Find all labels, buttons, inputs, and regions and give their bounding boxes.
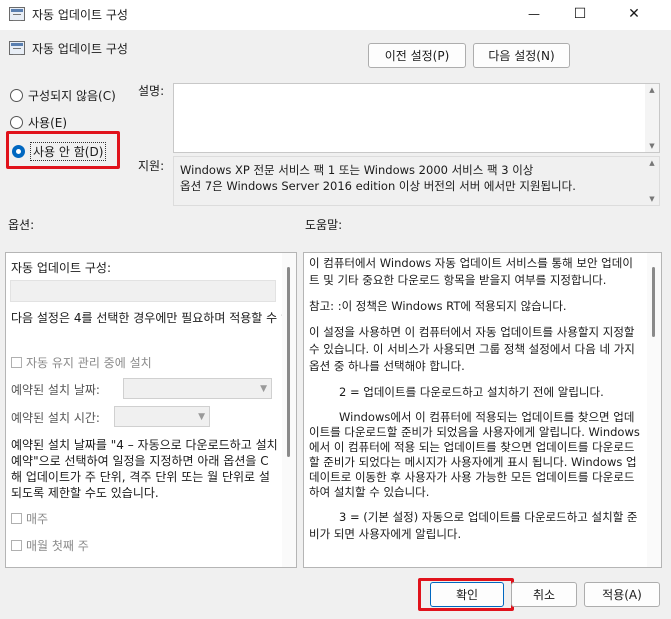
close-icon: ✕ xyxy=(628,6,640,22)
maintenance-install-checkbox-box xyxy=(11,357,22,368)
maximize-button[interactable]: ☐ xyxy=(560,0,600,28)
policy-settings-icon xyxy=(9,7,25,21)
help-text: 이 컴퓨터에서 Windows 자동 업데이트 서비스를 통해 보안 업데이트 … xyxy=(309,255,643,552)
maintenance-install-checkbox[interactable]: 자동 유지 관리 중에 설치 xyxy=(11,354,152,371)
help-paragraph: 3 = (기본 설정) 자동으로 업데이트를 다운로드하고 설치할 준비가 되면… xyxy=(309,510,638,541)
radio-enabled-indicator xyxy=(10,116,23,129)
radio-not-configured[interactable]: 구성되지 않음(C) xyxy=(10,87,116,104)
ok-button[interactable]: 확인 xyxy=(430,582,504,607)
options-scroll-thumb[interactable] xyxy=(287,267,290,457)
options-section-label: 옵션: xyxy=(8,218,35,232)
first-week-checkbox-box xyxy=(11,540,22,551)
supported-text: Windows XP 전문 서비스 팩 1 또는 Windows 2000 서비… xyxy=(180,163,576,193)
previous-setting-button[interactable]: 이전 설정(P) xyxy=(368,43,466,68)
weekly-label: 매주 xyxy=(26,512,49,526)
setting-title: 자동 업데이트 구성 xyxy=(32,42,128,56)
help-section-label: 도움말: xyxy=(305,218,343,232)
radio-not-configured-label: 구성되지 않음(C) xyxy=(28,89,116,103)
cancel-button[interactable]: 취소 xyxy=(511,582,577,607)
help-scroll-thumb[interactable] xyxy=(652,267,655,337)
radio-enabled-label: 사용(E) xyxy=(28,116,68,130)
chevron-down-icon: ▼ xyxy=(260,383,267,394)
radio-enabled[interactable]: 사용(E) xyxy=(10,114,67,131)
supported-box: Windows XP 전문 서비스 팩 1 또는 Windows 2000 서비… xyxy=(173,156,660,206)
options-title: 자동 업데이트 구성: xyxy=(11,261,111,275)
install-time-dropdown[interactable]: ▼ xyxy=(114,406,210,427)
supported-scrollbar[interactable]: ▲ ▼ xyxy=(645,157,659,205)
close-button[interactable]: ✕ xyxy=(614,0,654,28)
options-panel: 자동 업데이트 구성: 다음 설정은 4를 선택한 경우에만 필요하며 적용할 … xyxy=(5,252,297,568)
configure-dropdown[interactable] xyxy=(10,280,276,302)
help-paragraph: 2 = 업데이트를 다운로드하고 설치하기 전에 알립니다. xyxy=(339,385,604,399)
schedule-note: 예약된 설치 날짜를 "4 – 자동으로 다운로드하고 설치 예약"으로 선택하… xyxy=(11,438,278,500)
window-title: 자동 업데이트 구성 xyxy=(32,8,128,22)
help-paragraph: 이 설정을 사용하면 이 컴퓨터에서 자동 업데이트를 사용할지 지정할 수 있… xyxy=(309,325,635,373)
help-scrollbar[interactable] xyxy=(647,253,661,567)
help-paragraph: 참고: :이 정책은 Windows RT에 적용되지 않습니다. xyxy=(309,299,567,313)
comment-scrollbar[interactable]: ▲ ▼ xyxy=(645,84,659,152)
setting-icon xyxy=(9,41,25,55)
weekly-checkbox-box xyxy=(11,513,22,524)
radio-disabled[interactable]: 사용 안 함(D) xyxy=(12,142,107,161)
weekly-checkbox[interactable]: 매주 xyxy=(11,510,48,527)
install-day-dropdown[interactable]: ▼ xyxy=(123,378,272,399)
scroll-up-icon: ▲ xyxy=(649,86,655,94)
radio-disabled-indicator xyxy=(12,145,25,158)
help-panel: 이 컴퓨터에서 Windows 자동 업데이트 서비스를 통해 보안 업데이트 … xyxy=(303,252,662,568)
apply-button[interactable]: 적용(A) xyxy=(584,582,660,607)
install-time-label: 예약된 설치 시간: xyxy=(11,411,100,425)
chevron-down-icon: ▼ xyxy=(198,411,205,422)
minimize-icon: — xyxy=(528,7,540,21)
install-day-label: 예약된 설치 날짜: xyxy=(11,383,100,397)
radio-not-configured-indicator xyxy=(10,89,23,102)
help-paragraph: 이 컴퓨터에서 Windows 자동 업데이트 서비스를 통해 보안 업데이트 … xyxy=(309,256,633,287)
maximize-icon: ☐ xyxy=(573,6,587,22)
minimize-button[interactable]: — xyxy=(514,0,554,28)
next-setting-button[interactable]: 다음 설정(N) xyxy=(473,43,570,68)
options-description: 다음 설정은 4를 선택한 경우에만 필요하며 적용할 수 있습니다. xyxy=(11,311,296,325)
options-scrollbar[interactable] xyxy=(282,253,296,567)
scroll-down-icon: ▼ xyxy=(649,195,655,203)
title-bar: 자동 업데이트 구성 — ☐ ✕ xyxy=(0,0,671,30)
comment-label: 설명: xyxy=(138,84,165,98)
first-week-checkbox[interactable]: 매월 첫째 주 xyxy=(11,537,89,554)
maintenance-install-label: 자동 유지 관리 중에 설치 xyxy=(26,356,152,370)
scroll-up-icon: ▲ xyxy=(649,159,655,167)
comment-textarea[interactable]: ▲ ▼ xyxy=(173,83,660,153)
radio-disabled-label: 사용 안 함(D) xyxy=(30,142,107,161)
supported-label: 지원: xyxy=(138,159,165,173)
scroll-down-icon: ▼ xyxy=(649,142,655,150)
first-week-label: 매월 첫째 주 xyxy=(26,539,89,553)
help-paragraph: Windows에서 이 컴퓨터에 적용되는 업데이트를 찾으면 업데이트를 다운… xyxy=(309,410,640,499)
